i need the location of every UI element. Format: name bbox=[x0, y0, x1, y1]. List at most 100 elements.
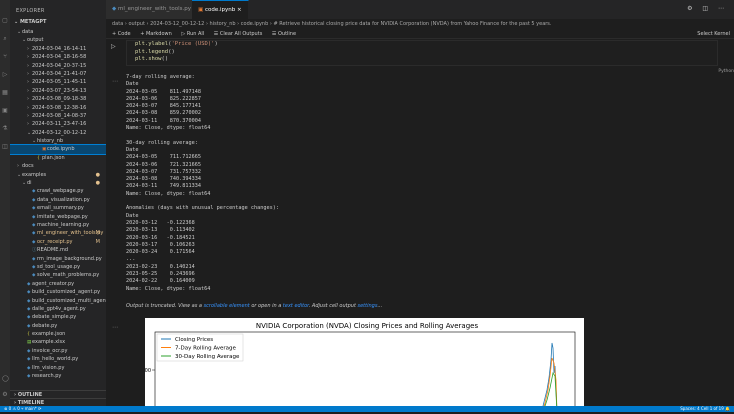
tree-item[interactable]: ◆ llm_hello_world.py bbox=[10, 355, 106, 363]
tree-item[interactable]: ◆ email_summary.py bbox=[10, 204, 106, 212]
output-line: 2023-05-25 0.243696 bbox=[126, 271, 195, 278]
tree-item[interactable]: {plan.json bbox=[10, 154, 106, 162]
tree-item-label: 2024-03-04_18-16-58 bbox=[32, 54, 87, 61]
tree-item[interactable]: › 2024-03-04_18-16-58 bbox=[10, 53, 106, 61]
tree-item[interactable]: ◆ agent_creator.py bbox=[10, 280, 106, 288]
tree-item[interactable]: ◆ solve_math_problems.py bbox=[10, 271, 106, 279]
output-line: 2024-03-11 749.811334 bbox=[126, 183, 201, 190]
docker-icon[interactable]: ◫ bbox=[2, 144, 8, 150]
run-debug-icon[interactable]: ▷ bbox=[2, 72, 8, 78]
tree-item-label: history_nb bbox=[37, 138, 64, 145]
tree-item-label: ml_engineer_with_tools.py bbox=[37, 230, 104, 237]
text-editor-link[interactable]: text editor bbox=[283, 303, 309, 309]
tree-item[interactable]: {example.json bbox=[10, 330, 106, 338]
tree-item[interactable]: ⓘREADME.md bbox=[10, 246, 106, 254]
tree-item[interactable]: › 2024-03-08_12-38-16 bbox=[10, 104, 106, 112]
tree-item[interactable]: ⌄data bbox=[10, 28, 106, 36]
tree-item[interactable]: ◆ sd_tool_usage.py bbox=[10, 263, 106, 271]
tree-item[interactable]: ◆build_customized_multi_agents.py bbox=[10, 297, 106, 305]
tab-code-ipynb[interactable]: ▣ code.ipynb × bbox=[192, 0, 249, 19]
output-line: Date bbox=[126, 212, 139, 219]
tree-item[interactable]: ⌄history_nb bbox=[10, 137, 106, 145]
editor-tabs: ◆ ml_engineer_with_tools.py M ▣ code.ipy… bbox=[106, 0, 734, 19]
clear-outputs-button[interactable]: ☰ Clear All Outputs bbox=[214, 31, 263, 37]
tree-item-label: 2024-03-04_20-37-15 bbox=[32, 62, 87, 69]
tree-item-label: README.md bbox=[37, 247, 69, 254]
files-icon[interactable]: ▢ bbox=[2, 18, 8, 24]
tree-item[interactable]: ◆ dalle_gpt4v_agent.py bbox=[10, 305, 106, 313]
tab-ml-engineer[interactable]: ◆ ml_engineer_with_tools.py M bbox=[106, 0, 205, 19]
tree-item-label: llm_hello_world.py bbox=[32, 356, 79, 363]
account-icon[interactable]: ◯ bbox=[2, 376, 9, 382]
add-markdown-button[interactable]: + Markdown bbox=[140, 31, 172, 37]
output-line: 2020-03-12 -0.122368 bbox=[126, 219, 195, 226]
tab-label: ml_engineer_with_tools.py M bbox=[117, 6, 198, 12]
tree-item[interactable]: ◆ debate.py bbox=[10, 322, 106, 330]
tree-item[interactable]: ◆ research.py bbox=[10, 372, 106, 380]
source-control-icon[interactable]: ⑂ bbox=[2, 54, 8, 60]
tree-item[interactable]: ⌄output bbox=[10, 36, 106, 44]
tree-item-label: di bbox=[27, 180, 32, 187]
tree-item-label: dalle_gpt4v_agent.py bbox=[32, 305, 86, 312]
tree-item[interactable]: ▣code.ipynb bbox=[10, 144, 106, 155]
tree-item[interactable]: › 2024-03-05_11-45-11 bbox=[10, 78, 106, 86]
tree-item[interactable]: ⌄di ● bbox=[10, 179, 106, 187]
tree-item[interactable]: › 2024-03-04_21-41-07 bbox=[10, 70, 106, 78]
timeline-section[interactable]: › TIMELINE bbox=[10, 398, 106, 406]
tree-item-label: sd_tool_usage.py bbox=[37, 263, 81, 270]
workspace-section[interactable]: ⌄ METAGPT bbox=[10, 18, 106, 26]
select-kernel-button[interactable]: Select Kernel bbox=[697, 29, 730, 39]
search-icon[interactable]: ⌕ bbox=[2, 36, 8, 42]
outline-button[interactable]: ☰ Outline bbox=[272, 31, 296, 37]
tree-item[interactable]: ◆ machine_learning.py bbox=[10, 221, 106, 229]
run-cell-icon[interactable]: ▷ bbox=[111, 43, 116, 50]
tree-item[interactable]: › 2024-03-04_16-14-11 bbox=[10, 45, 106, 53]
tree-item[interactable]: ◆ data_visualization.py bbox=[10, 196, 106, 204]
tree-item[interactable]: ◆ build_customized_agent.py bbox=[10, 288, 106, 296]
plot-output-menu-icon[interactable]: ⋯ bbox=[112, 324, 118, 331]
tree-item[interactable]: ◆ crawl_webpage.py bbox=[10, 187, 106, 195]
tree-item-label: invoice_ocr.py bbox=[32, 347, 68, 354]
add-code-button[interactable]: + Code bbox=[112, 31, 131, 37]
output-line: 2024-03-06 825.222857 bbox=[126, 95, 201, 102]
outline-section[interactable]: › OUTLINE bbox=[10, 390, 106, 398]
tree-item[interactable]: ◆ ml_engineer_with_tools.py M bbox=[10, 229, 106, 237]
tree-item[interactable]: ◆ llm_vision.py bbox=[10, 364, 106, 372]
tree-item-label: agent_creator.py bbox=[32, 280, 75, 287]
tree-item[interactable]: › 2024-03-08_14-08-37 bbox=[10, 112, 106, 120]
code-cell-editor[interactable]: plt.ylabel('Price (USD)') plt.legend() p… bbox=[126, 40, 718, 66]
tree-item[interactable]: ◆ invoice_ocr.py bbox=[10, 347, 106, 355]
extensions-icon[interactable]: ▦ bbox=[2, 90, 8, 96]
tree-item[interactable]: ◆ rm_image_background.py bbox=[10, 255, 106, 263]
tree-item[interactable]: ◆ ocr_receipt.py M bbox=[10, 238, 106, 246]
status-left[interactable]: ⊗ 0 ⚠ 0 ⑂ main* ⟳ bbox=[4, 406, 41, 411]
tree-item-label: example.xlsx bbox=[32, 339, 66, 346]
tree-item[interactable]: ⌄examples ● bbox=[10, 171, 106, 179]
explorer-sidebar: EXPLORER ⌄ METAGPT ⌄data ⌄output › 2024-03-… bbox=[10, 0, 106, 406]
run-all-button[interactable]: ▷ Run All bbox=[181, 31, 204, 37]
settings-link[interactable]: settings bbox=[358, 303, 378, 309]
scrollable-element-link[interactable]: scrollable element bbox=[204, 303, 250, 309]
output-line: Name: Close, dtype: float64 bbox=[126, 125, 211, 132]
cell-language-label[interactable]: Python bbox=[718, 69, 734, 74]
remote-icon[interactable]: ▣ bbox=[2, 108, 8, 114]
cell-output: 7-day rolling average: Date 2024-03-05 811… bbox=[126, 74, 718, 293]
tree-item[interactable]: › 2024-03-07_23-54-13 bbox=[10, 87, 106, 95]
tree-item[interactable]: ▤example.xlsx bbox=[10, 338, 106, 346]
output-menu-icon[interactable]: ⋯ bbox=[112, 78, 118, 85]
tree-item[interactable]: › 2024-03-11_23-47-16 bbox=[10, 120, 106, 128]
tree-item[interactable]: ⌄2024-03-12_00-12-12 bbox=[10, 129, 106, 137]
tree-item-label: rm_image_background.py bbox=[37, 255, 102, 262]
tree-item[interactable]: ◆ debate_simple.py bbox=[10, 313, 106, 321]
editor-actions[interactable]: ⚙ ◫ ⋯ bbox=[687, 5, 728, 12]
tree-item[interactable]: › docs bbox=[10, 162, 106, 170]
tree-item[interactable]: ◆ imitate_webpage.py bbox=[10, 213, 106, 221]
status-right[interactable]: Spaces: 4 Cell 1 of 19 🔔 bbox=[680, 406, 730, 412]
testing-icon[interactable]: ⚗ bbox=[2, 126, 8, 132]
gear-icon[interactable]: ⚙ bbox=[2, 392, 8, 398]
tree-item[interactable]: › 2024-03-04_20-37-15 bbox=[10, 62, 106, 70]
breadcrumb[interactable]: data › output › 2024-03-12_00-12-12 › hi… bbox=[106, 19, 734, 29]
tree-item-label: 2024-03-07_23-54-13 bbox=[32, 87, 87, 94]
tree-item[interactable]: › 2024-03-08_09-18-38 bbox=[10, 95, 106, 103]
output-line: 2020-03-17 0.106263 bbox=[126, 241, 195, 248]
